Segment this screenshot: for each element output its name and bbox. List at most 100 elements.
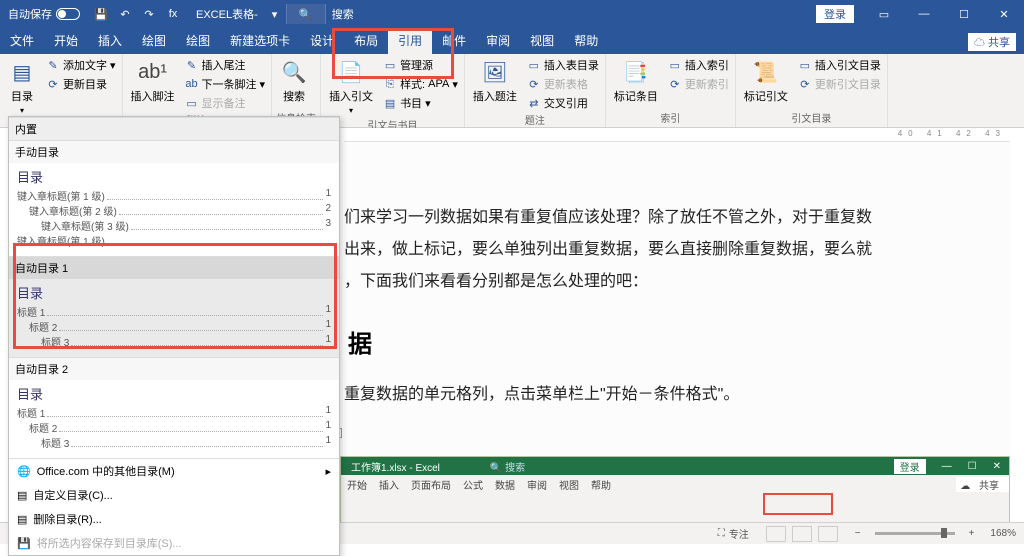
focus-mode-button[interactable]: ⛶专注	[710, 526, 757, 541]
paragraph[interactable]: 们来学习一列数据如果有重复值应该处理？除了放任不管之外，对于重复数	[344, 202, 1010, 234]
caption-icon: 🖼	[481, 58, 509, 86]
globe-icon: 🌐	[17, 465, 31, 478]
insert-fig-toc-button[interactable]: ▭插入表目录	[525, 56, 601, 74]
gallery-item-manual[interactable]: 手动目录	[9, 140, 339, 163]
search-icon[interactable]: 🔍	[286, 4, 326, 24]
autosave-switch-icon[interactable]	[56, 8, 80, 20]
mark-citation-icon: 📜	[752, 58, 780, 86]
tab-references[interactable]: 引用	[388, 28, 432, 54]
embedded-tab[interactable]: 开始	[341, 477, 373, 492]
gallery-preview-manual[interactable]: 目录 键入章标题(第 1 级)1 键入章标题(第 2 级)2 键入章标题(第 3…	[9, 163, 339, 256]
close-icon[interactable]: ✕	[984, 0, 1024, 28]
embedded-min-icon[interactable]: —	[934, 461, 960, 472]
bibliography-button[interactable]: ▤书目 ▾	[381, 94, 460, 112]
embedded-tab[interactable]: 插入	[373, 477, 405, 492]
tab-help[interactable]: 帮助	[564, 28, 608, 54]
tab-layout[interactable]: 布局	[344, 28, 388, 54]
embedded-tab[interactable]: 公式	[457, 477, 489, 492]
crossref-icon: ⇄	[527, 96, 541, 110]
insert-citation-button[interactable]: 📄 插入引文▾	[325, 56, 377, 117]
tab-review[interactable]: 审阅	[476, 28, 520, 54]
next-footnote-button[interactable]: ab下一条脚注 ▾	[183, 75, 268, 93]
embedded-tab[interactable]: 页面布局	[405, 477, 457, 492]
search-big-icon: 🔍	[280, 58, 308, 86]
remove-toc-button[interactable]: ▤删除目录(R)...	[9, 507, 339, 531]
redo-icon[interactable]: ↷	[142, 7, 156, 21]
embedded-tab[interactable]: 帮助	[585, 477, 617, 492]
view-web-icon[interactable]	[818, 526, 838, 542]
mark-citation-button[interactable]: 📜 标记引文	[740, 56, 792, 106]
quick-access-toolbar: 💾 ↶ ↷ fx	[88, 7, 186, 21]
embedded-share[interactable]: ☁ 共享	[956, 477, 1009, 492]
zoom-in-button[interactable]: +	[961, 528, 983, 539]
undo-icon[interactable]: ↶	[118, 7, 132, 21]
fx-icon[interactable]: fx	[166, 7, 180, 21]
embedded-tab[interactable]: 审阅	[521, 477, 553, 492]
tab-file[interactable]: 文件	[0, 28, 44, 54]
tab-view[interactable]: 视图	[520, 28, 564, 54]
tab-draw2[interactable]: 绘图	[176, 28, 220, 54]
embedded-login[interactable]: 登录	[894, 459, 926, 474]
update-toc-button[interactable]: ⟳更新目录	[44, 75, 118, 93]
heading[interactable]: 据	[344, 298, 1010, 361]
view-print-icon[interactable]	[766, 526, 786, 542]
tab-design[interactable]: 设计	[300, 28, 344, 54]
update-toa-button[interactable]: ⟳更新引文目录	[796, 75, 883, 93]
tab-home[interactable]: 开始	[44, 28, 88, 54]
tab-mailings[interactable]: 邮件	[432, 28, 476, 54]
document-title: EXCEL表格-	[186, 6, 268, 22]
insert-toa-button[interactable]: ▭插入引文目录	[796, 56, 883, 74]
autosave-toggle[interactable]: 自动保存	[0, 6, 88, 22]
save-icon[interactable]: 💾	[94, 7, 108, 21]
maximize-icon[interactable]: ☐	[944, 0, 984, 28]
show-notes-button[interactable]: ▭显示备注	[183, 94, 268, 112]
mark-entry-button[interactable]: 📑 标记条目	[610, 56, 662, 106]
zoom-out-button[interactable]: −	[847, 528, 869, 539]
embedded-tab[interactable]: 数据	[489, 477, 521, 492]
ribbon-options-icon[interactable]: ▭	[864, 0, 904, 28]
update-table-button[interactable]: ⟳更新表格	[525, 75, 601, 93]
insert-footnote-button[interactable]: ab¹ 插入脚注	[127, 56, 179, 106]
view-switcher[interactable]	[757, 526, 847, 542]
group-toa-label: 引文目录	[740, 110, 883, 127]
toc-button[interactable]: ▤ 目录▾	[4, 56, 40, 117]
gallery-item-auto2[interactable]: 自动目录 2	[9, 357, 339, 380]
view-read-icon[interactable]	[792, 526, 812, 542]
show-notes-icon: ▭	[185, 96, 199, 110]
embedded-search[interactable]: 🔍 搜索	[450, 459, 565, 474]
embedded-max-icon[interactable]: ☐	[960, 461, 985, 472]
figtoc-icon: ▭	[527, 58, 541, 72]
custom-toc-button[interactable]: ▤自定义目录(C)...	[9, 483, 339, 507]
manage-sources-button[interactable]: ▭管理源	[381, 56, 460, 74]
search-button[interactable]: 🔍 搜索	[276, 56, 312, 106]
toc-gallery-dropdown[interactable]: 内置 手动目录 目录 键入章标题(第 1 级)1 键入章标题(第 2 级)2 键…	[8, 116, 340, 556]
cross-reference-button[interactable]: ⇄交叉引用	[525, 94, 601, 112]
embedded-excel-window[interactable]: 工作簿1.xlsx - Excel 🔍 搜索 登录 — ☐ ✕ 开始 插入 页面…	[340, 456, 1010, 522]
insert-endnote-button[interactable]: ✎插入尾注	[183, 56, 268, 74]
insert-caption-button[interactable]: 🖼 插入题注	[469, 56, 521, 106]
tab-draw[interactable]: 绘图	[132, 28, 176, 54]
zoom-level[interactable]: 168%	[982, 528, 1024, 539]
minimize-icon[interactable]: —	[904, 0, 944, 28]
embedded-tab[interactable]: 视图	[553, 477, 585, 492]
gallery-item-auto1[interactable]: 自动目录 1	[9, 256, 339, 279]
paragraph[interactable]: 出来，做上标记，要么单独列出重复数据，要么直接删除重复数据，要么就	[344, 234, 1010, 266]
paragraph[interactable]: ，下面我们来看看分别都是怎么处理的吧：	[344, 266, 1010, 298]
paragraph[interactable]: 重复数据的单元格列，点击菜单栏上"开始－条件格式"。	[344, 361, 1010, 411]
zoom-slider[interactable]	[875, 532, 955, 535]
update-index-button[interactable]: ⟳更新索引	[666, 75, 731, 93]
tab-newtab[interactable]: 新建选项卡	[220, 28, 300, 54]
embedded-close-icon[interactable]: ✕	[985, 461, 1009, 472]
login-button[interactable]: 登录	[816, 5, 854, 23]
gallery-preview-auto1[interactable]: 目录 标题 11 标题 21 标题 31	[9, 279, 339, 357]
share-button[interactable]: ☁ 共享	[968, 33, 1016, 51]
insert-index-button[interactable]: ▭插入索引	[666, 56, 731, 74]
add-text-button[interactable]: ✎添加文字 ▾	[44, 56, 118, 74]
tab-insert[interactable]: 插入	[88, 28, 132, 54]
gallery-preview-auto2[interactable]: 目录 标题 11 标题 21 标题 31	[9, 380, 339, 458]
title-search[interactable]: ▾ 🔍 搜索	[272, 4, 360, 24]
embedded-ribbon	[341, 493, 1009, 523]
more-from-office-button[interactable]: 🌐Office.com 中的其他目录(M)▸	[9, 459, 339, 483]
citation-style-dropdown[interactable]: ⎘样式: APA ▾	[381, 75, 460, 93]
insert-toa-icon: ▭	[798, 58, 812, 72]
